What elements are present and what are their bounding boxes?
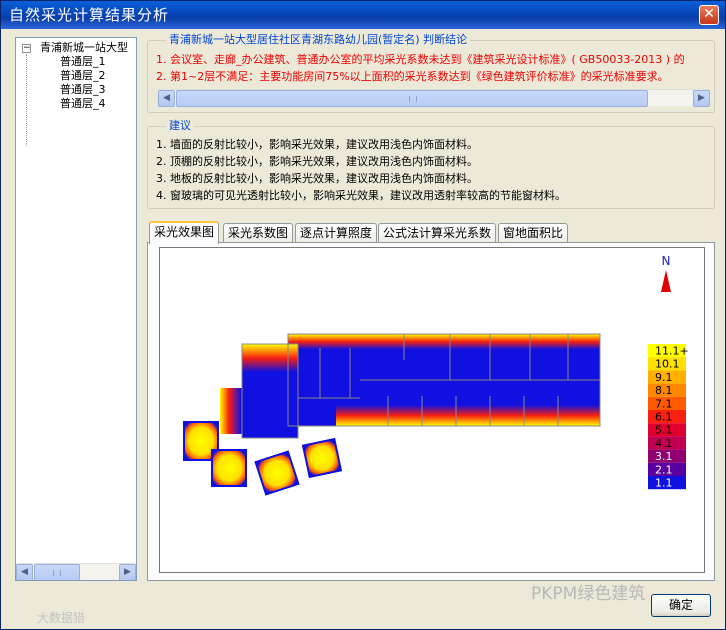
tree-collapse-toggle[interactable]: − xyxy=(22,44,31,53)
tree-item-floor-2[interactable]: 普通层_2 xyxy=(60,69,106,83)
scroll-thumb[interactable] xyxy=(176,90,648,107)
suggestion-group: 建议 1. 墙面的反射比较小，影响采光效果，建议改用浅色内饰面材料。 2. 顶棚… xyxy=(147,119,715,209)
north-arrow-icon xyxy=(661,270,671,292)
scroll-left-button[interactable]: ◀ xyxy=(158,90,175,107)
scroll-right-button[interactable]: ▶ xyxy=(119,564,136,580)
tab-daylight-effect[interactable]: 采光效果图 xyxy=(149,221,220,244)
plan-room-sw2 xyxy=(211,449,247,487)
conclusion-line-1: 1. 会议室、走廊_办公建筑、普通办公室的平均采光系数未达到《建筑采光设计标准》… xyxy=(156,53,685,66)
legend-label: 6.1 xyxy=(655,411,673,424)
legend-label: 11.1+ xyxy=(655,345,689,358)
plan-left-wing-edge xyxy=(220,388,250,434)
suggestion-line-2: 2. 顶棚的反射比较小，影响采光效果，建议改用浅色内饰面材料。 xyxy=(156,155,478,168)
tree-item-floor-1[interactable]: 普通层_1 xyxy=(60,55,106,69)
tab-formula-daylight[interactable]: 公式法计算采光系数 xyxy=(378,223,497,243)
scroll-grip-icon xyxy=(53,570,61,576)
suggestion-line-3: 3. 地板的反射比较小，影响采光效果，建议改用浅色内饰面材料。 xyxy=(156,172,478,185)
north-label: N xyxy=(662,254,671,268)
watermark-right: PKPM绿色建筑 xyxy=(531,584,646,604)
conclusion-horizontal-scrollbar[interactable]: ◀ ▶ xyxy=(158,89,710,107)
ok-button[interactable]: 确定 xyxy=(651,594,711,617)
plan-north-edge xyxy=(288,334,600,356)
tree-item-floor-4[interactable]: 普通层_4 xyxy=(60,97,106,111)
legend-label: 4.1 xyxy=(655,437,673,450)
suggestion-line-4: 4. 窗玻璃的可见光透射比较小，影响采光效果，建议改用透射率较高的节能窗材料。 xyxy=(156,189,566,202)
north-arrow: N xyxy=(661,254,671,292)
plan-room-sw4 xyxy=(301,437,343,479)
tree-connector-lines xyxy=(26,54,62,146)
conclusion-line-2: 2. 第1~2层不满足：主要功能房间75%以上面积的采光系数达到《绿色建筑评价标… xyxy=(156,70,669,83)
suggestion-title: 建议 xyxy=(166,119,194,133)
legend-label: 9.1 xyxy=(655,371,673,384)
legend-label: 8.1 xyxy=(655,384,673,397)
daylight-map-svg: N 11.1+10.19.18.17.16.15.14.13.12.11.1 xyxy=(183,254,689,496)
legend-label: 2.1 xyxy=(655,463,673,476)
floor-tree[interactable]: − 青浦新城一站大型 普通层_1 普通层_2 普通层_3 普通层_4 ◀ ▶ xyxy=(15,37,137,581)
legend-label: 7.1 xyxy=(655,397,673,410)
plan-left-wing-top xyxy=(242,344,298,384)
tab-daylight-factor[interactable]: 采光系数图 xyxy=(223,223,294,243)
daylight-legend: 11.1+10.19.18.17.16.15.14.13.12.11.1 xyxy=(648,344,689,490)
close-button[interactable]: ✕ xyxy=(699,5,719,25)
conclusion-title: 青浦新城一站大型居住社区青湖东路幼儿园(暂定名) 判断结论 xyxy=(166,33,471,47)
plan-room-sw3 xyxy=(254,450,300,496)
legend-label: 3.1 xyxy=(655,450,673,463)
scroll-grip-icon xyxy=(409,96,417,102)
scroll-thumb[interactable] xyxy=(34,564,80,580)
watermark-left: 大数据猎 xyxy=(37,611,86,625)
tree-root-item[interactable]: 青浦新城一站大型 xyxy=(40,41,128,55)
scroll-right-button[interactable]: ▶ xyxy=(693,90,710,107)
dialog-window: 自然采光计算结果分析 ✕ − 青浦新城一站大型 普通层_1 普通层_2 普通层_3 普… xyxy=(0,0,726,630)
tab-point-illuminance[interactable]: 逐点计算照度 xyxy=(295,223,378,243)
legend-label: 1.1 xyxy=(655,477,673,490)
daylight-map-canvas[interactable]: N 11.1+ 10.1 9.1 8.1 7.1 6.1 5.1 4.1 3.1 2.1 1.1 xyxy=(159,247,705,573)
conclusion-group: 青浦新城一站大型居住社区青湖东路幼儿园(暂定名) 判断结论 1. 会议室、走廊_… xyxy=(147,33,715,113)
tab-window-floor-ratio[interactable]: 窗地面积比 xyxy=(498,223,569,243)
plan-south-edge xyxy=(336,396,600,426)
scroll-left-button[interactable]: ◀ xyxy=(16,564,33,580)
legend-label: 10.1 xyxy=(655,358,680,371)
window-title: 自然采光计算结果分析 xyxy=(9,6,170,24)
conclusion-text-area: 1. 会议室、走廊_办公建筑、普通办公室的平均采光系数未达到《建筑采光设计标准》… xyxy=(148,48,706,86)
legend-label: 5.1 xyxy=(655,424,673,437)
tree-horizontal-scrollbar[interactable]: ◀ ▶ xyxy=(16,563,136,580)
suggestion-line-1: 1. 墙面的反射比较小，影响采光效果，建议改用浅色内饰面材料。 xyxy=(156,138,478,151)
tree-item-floor-3[interactable]: 普通层_3 xyxy=(60,83,106,97)
title-bar: 自然采光计算结果分析 xyxy=(1,1,725,29)
